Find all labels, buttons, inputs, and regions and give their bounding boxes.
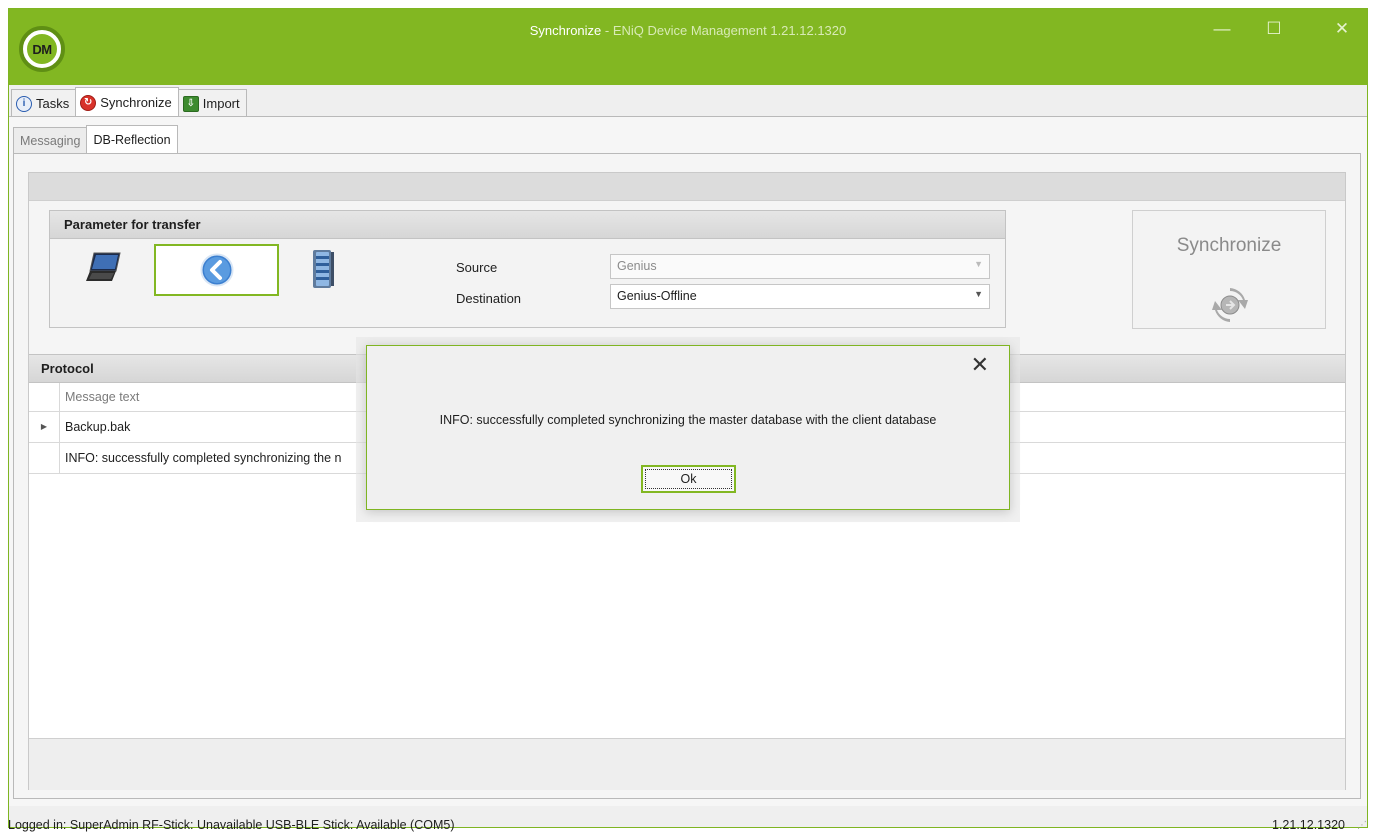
info-icon: i xyxy=(16,95,32,112)
chevron-down-icon: ▼ xyxy=(974,259,983,269)
minimize-button[interactable]: — xyxy=(1207,17,1237,41)
sub-tab-strip: Messaging DB-Reflection xyxy=(13,125,178,153)
transfer-direction-button[interactable] xyxy=(154,244,279,296)
tab-synchronize-label: Synchronize xyxy=(100,95,172,110)
chevron-down-icon: ▼ xyxy=(974,289,983,299)
status-bar: Logged in: SuperAdmin RF-Stick: Unavaila… xyxy=(0,814,1375,837)
table-cell: Backup.bak xyxy=(65,420,131,434)
destination-label: Destination xyxy=(456,291,522,306)
synchronize-button[interactable]: Synchronize xyxy=(1132,210,1326,329)
expand-arrow-icon[interactable]: ▶ xyxy=(29,412,60,442)
window-title: Synchronize - ENiQ Device Management 1.2… xyxy=(9,23,1367,38)
main-tab-strip: i Tasks ↻ Synchronize ⇩ Import xyxy=(11,87,247,117)
row-indicator-header xyxy=(29,383,60,411)
destination-dropdown[interactable]: Genius-Offline ▼ xyxy=(610,284,990,309)
source-value: Genius xyxy=(617,259,657,273)
maximize-button[interactable]: ☐ xyxy=(1259,17,1289,41)
dialog-close-button[interactable]: ✕ xyxy=(971,354,989,376)
column-header-message-text: Message text xyxy=(65,390,140,404)
import-icon: ⇩ xyxy=(182,95,199,112)
server-icon xyxy=(313,250,334,288)
tab-tasks[interactable]: i Tasks xyxy=(11,89,77,117)
title-bar: DM Synchronize - ENiQ Device Management … xyxy=(9,9,1367,85)
header-band xyxy=(29,173,1345,201)
parameter-group: Parameter for transfer Source Genius ▼ D… xyxy=(49,210,1006,328)
close-window-button[interactable]: ✕ xyxy=(1327,17,1357,41)
row-indicator xyxy=(29,443,60,473)
destination-value: Genius-Offline xyxy=(617,289,697,303)
table-cell: INFO: successfully completed synchronizi… xyxy=(65,451,342,465)
window-title-main: Synchronize xyxy=(529,23,602,38)
info-dialog: ✕ INFO: successfully completed synchroni… xyxy=(366,345,1010,510)
status-text: Logged in: SuperAdmin RF-Stick: Unavaila… xyxy=(8,818,455,832)
dialog-message: INFO: successfully completed synchronizi… xyxy=(439,413,937,427)
app-logo-text: DM xyxy=(32,41,52,57)
laptop-icon xyxy=(86,252,121,281)
tab-synchronize[interactable]: ↻ Synchronize xyxy=(75,87,179,117)
window-title-sub: - ENiQ Device Management 1.21.12.1320 xyxy=(601,23,847,38)
source-label: Source xyxy=(456,260,498,275)
source-dropdown[interactable]: Genius ▼ xyxy=(610,254,990,279)
footer-band xyxy=(29,738,1345,790)
tab-db-reflection[interactable]: DB-Reflection xyxy=(86,125,178,153)
synchronize-button-label: Synchronize xyxy=(1176,235,1282,256)
tab-messaging[interactable]: Messaging xyxy=(13,127,88,153)
parameter-group-title: Parameter for transfer xyxy=(50,211,1005,239)
ok-button[interactable]: Ok xyxy=(641,465,736,493)
arrow-left-icon xyxy=(200,253,233,287)
tab-tasks-label: Tasks xyxy=(36,96,70,111)
sync-icon: ↻ xyxy=(80,94,97,111)
sync-arrows-icon xyxy=(1212,288,1248,322)
version-label: 1.21.12.1320 xyxy=(1272,818,1345,832)
tab-import-label: Import xyxy=(202,96,240,111)
resize-grip-icon[interactable]: ⋰ xyxy=(1357,820,1367,831)
tab-import[interactable]: ⇩ Import xyxy=(177,89,247,117)
